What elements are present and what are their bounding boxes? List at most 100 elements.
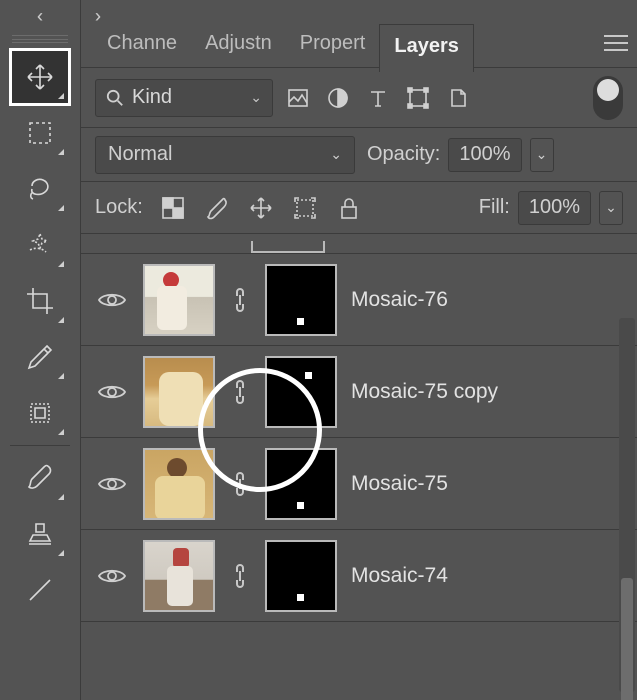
layer-row[interactable]: Mosaic-74 <box>81 530 637 622</box>
layer-mask-link[interactable] <box>229 469 251 499</box>
lock-all[interactable] <box>335 194 363 222</box>
visibility-toggle[interactable] <box>95 283 129 317</box>
layer-thumbnail[interactable] <box>143 448 215 520</box>
filter-adjustment-layers[interactable] <box>323 83 353 113</box>
layer-name[interactable]: Mosaic-74 <box>351 564 448 588</box>
rectangular-marquee-tool[interactable] <box>10 105 70 161</box>
hamburger-icon <box>603 34 629 52</box>
patch-icon <box>25 398 55 428</box>
link-icon <box>230 470 250 498</box>
visibility-toggle[interactable] <box>95 467 129 501</box>
expand-panel-icon[interactable]: ›› <box>81 0 637 24</box>
brush-tool[interactable] <box>10 450 70 506</box>
opacity-value-input[interactable]: 100% <box>448 138 521 172</box>
crop-tool[interactable] <box>10 273 70 329</box>
toolbar-grip[interactable] <box>12 35 68 43</box>
layer-mask-thumbnail[interactable] <box>265 356 337 428</box>
filter-smart-objects[interactable] <box>443 83 473 113</box>
quick-selection-tool[interactable] <box>10 217 70 273</box>
tool-submenu-indicator-icon <box>58 149 64 155</box>
lock-artboard[interactable] <box>291 194 319 222</box>
eyedropper-tool[interactable] <box>10 329 70 385</box>
tab-channels[interactable]: Channe <box>93 22 191 69</box>
layer-row[interactable]: Mosaic-75 <box>81 438 637 530</box>
layers-panel: ›› Channe Adjustn Propert Layers Kind ⌄ <box>80 0 637 700</box>
mask-pixel-icon <box>297 318 304 325</box>
toggle-knob-icon <box>597 79 619 101</box>
fill-value: 100% <box>529 196 580 219</box>
layer-mask-thumbnail[interactable] <box>265 540 337 612</box>
mask-pixel-icon <box>297 502 304 509</box>
filter-toggle[interactable] <box>593 76 623 120</box>
marquee-icon <box>25 118 55 148</box>
layer-thumbnail[interactable] <box>143 356 215 428</box>
tools-toolbar: ‹‹ <box>0 0 80 700</box>
filter-type-layers[interactable] <box>363 83 393 113</box>
tab-properties[interactable]: Propert <box>286 22 380 69</box>
artboard-icon <box>293 196 317 220</box>
lock-transparency[interactable] <box>159 194 187 222</box>
shape-icon <box>407 87 429 109</box>
blend-mode-dropdown[interactable]: Normal ⌄ <box>95 136 355 174</box>
type-icon <box>367 87 389 109</box>
move-icon <box>25 62 55 92</box>
eyedropper-icon <box>25 342 55 372</box>
lock-label: Lock: <box>95 196 143 219</box>
filter-kind-label: Kind <box>132 86 172 109</box>
scrollbar-thumb[interactable] <box>621 578 633 700</box>
layer-row[interactable]: Mosaic-76 <box>81 254 637 346</box>
fill-control: Fill: 100% ⌄ <box>479 191 623 225</box>
tool-submenu-indicator-icon <box>58 317 64 323</box>
clone-stamp-tool[interactable] <box>10 506 70 562</box>
visibility-toggle[interactable] <box>95 375 129 409</box>
fill-slider-button[interactable]: ⌄ <box>599 191 623 225</box>
tab-layers[interactable]: Layers <box>379 24 474 72</box>
filter-shape-layers[interactable] <box>403 83 433 113</box>
layer-mask-thumbnail[interactable] <box>265 264 337 336</box>
layer-thumbnail[interactable] <box>143 540 215 612</box>
tool-submenu-indicator-icon <box>58 494 64 500</box>
eye-icon <box>97 565 127 587</box>
visibility-toggle[interactable] <box>95 559 129 593</box>
panel-menu-button[interactable] <box>603 34 629 57</box>
opacity-slider-button[interactable]: ⌄ <box>530 138 554 172</box>
patch-tool[interactable] <box>10 385 70 441</box>
layer-filter-row: Kind ⌄ <box>81 68 637 128</box>
lock-image[interactable] <box>203 194 231 222</box>
eye-icon <box>97 473 127 495</box>
filter-kind-dropdown[interactable]: Kind ⌄ <box>95 79 273 117</box>
layer-row-partial[interactable] <box>81 234 637 254</box>
tool-submenu-indicator-icon <box>58 373 64 379</box>
layer-name[interactable]: Mosaic-75 <box>351 472 448 496</box>
magic-lasso-icon <box>25 230 55 260</box>
layer-mask-thumbnail[interactable] <box>265 448 337 520</box>
layer-mask-link[interactable] <box>229 377 251 407</box>
image-icon <box>287 87 309 109</box>
layer-row[interactable]: Mosaic-75 copy <box>81 346 637 438</box>
lock-fill-row: Lock: Fill: 100% ⌄ <box>81 182 637 234</box>
move-tool[interactable] <box>10 49 70 105</box>
fill-value-input[interactable]: 100% <box>518 191 591 225</box>
chevron-down-icon: ⌄ <box>605 199 617 216</box>
lock-icon <box>337 196 361 220</box>
panel-tabs: Channe Adjustn Propert Layers <box>81 24 637 68</box>
mask-pixel-icon <box>297 594 304 601</box>
layer-thumbnail[interactable] <box>143 264 215 336</box>
layer-mask-link[interactable] <box>229 285 251 315</box>
layer-name[interactable]: Mosaic-76 <box>351 288 448 312</box>
layer-name[interactable]: Mosaic-75 copy <box>351 380 498 404</box>
tab-adjustments[interactable]: Adjustn <box>191 22 286 69</box>
checker-icon <box>161 196 185 220</box>
layer-mask-link[interactable] <box>229 561 251 591</box>
blend-opacity-row: Normal ⌄ Opacity: 100% ⌄ <box>81 128 637 182</box>
line-tool[interactable] <box>10 562 70 618</box>
brush-icon <box>25 463 55 493</box>
chevron-down-icon: ⌄ <box>250 89 262 106</box>
smart-object-icon <box>447 87 469 109</box>
lock-position[interactable] <box>247 194 275 222</box>
lasso-tool[interactable] <box>10 161 70 217</box>
tool-submenu-indicator-icon <box>58 550 64 556</box>
filter-pixel-layers[interactable] <box>283 83 313 113</box>
tool-submenu-indicator-icon <box>58 261 64 267</box>
layers-scrollbar[interactable] <box>619 318 635 692</box>
